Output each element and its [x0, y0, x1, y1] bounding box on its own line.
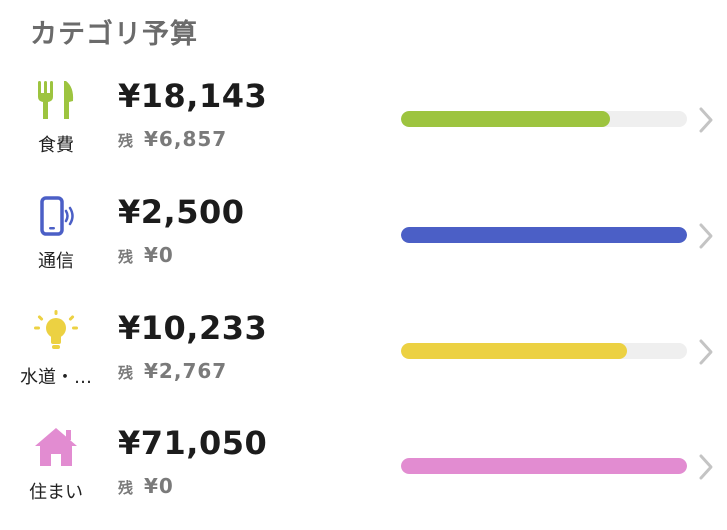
budget-row-food[interactable]: 食費 ¥18,143 残 ¥6,857 [0, 75, 727, 185]
remaining-prefix: 残 [118, 479, 135, 497]
budget-progress-bar [401, 111, 687, 127]
remaining-prefix: 残 [118, 132, 135, 150]
remaining-amount: 残 ¥0 [118, 243, 174, 267]
budget-row-telecom[interactable]: 通信 ¥2,500 残 ¥0 [0, 191, 727, 301]
remaining-value: ¥6,857 [144, 127, 228, 151]
spent-amount: ¥18,143 [118, 77, 268, 115]
category-label: 水道・… [20, 367, 92, 388]
category-label: 食費 [38, 135, 74, 156]
chevron-right-icon[interactable] [695, 221, 717, 251]
remaining-amount: 残 ¥0 [118, 474, 174, 498]
spent-amount: ¥2,500 [118, 193, 245, 231]
section-title: カテゴリ予算 [30, 19, 198, 50]
budget-progress-fill [401, 458, 687, 474]
remaining-amount: 残 ¥6,857 [118, 127, 227, 151]
category-label: 通信 [38, 251, 74, 272]
house-icon [14, 422, 98, 472]
budget-row-utilities[interactable]: 水道・… ¥10,233 残 ¥2,767 [0, 307, 727, 417]
remaining-amount: 残 ¥2,767 [118, 359, 227, 383]
remaining-value: ¥0 [144, 474, 174, 498]
budget-row-housing[interactable]: 住まい ¥71,050 残 ¥0 [0, 422, 727, 530]
spent-amount: ¥71,050 [118, 424, 268, 462]
chevron-right-icon[interactable] [695, 105, 717, 135]
chevron-right-icon[interactable] [695, 452, 717, 482]
budget-progress-bar [401, 458, 687, 474]
budget-progress-bar [401, 227, 687, 243]
chevron-right-icon[interactable] [695, 337, 717, 367]
category-budget-screen: カテゴリ予算 食費 ¥18,143 残 ¥6,857 通信 ¥2,500 残 ¥… [0, 0, 727, 530]
remaining-prefix: 残 [118, 248, 135, 266]
fork-knife-icon [14, 75, 98, 125]
budget-progress-fill [401, 227, 687, 243]
budget-progress-fill [401, 343, 627, 359]
category-label: 住まい [29, 482, 83, 503]
remaining-value: ¥0 [144, 243, 174, 267]
budget-progress-bar [401, 343, 687, 359]
spent-amount: ¥10,233 [118, 309, 268, 347]
remaining-value: ¥2,767 [144, 359, 228, 383]
lightbulb-icon [14, 307, 98, 357]
budget-progress-fill [401, 111, 610, 127]
remaining-prefix: 残 [118, 364, 135, 382]
smartphone-icon [14, 191, 98, 241]
